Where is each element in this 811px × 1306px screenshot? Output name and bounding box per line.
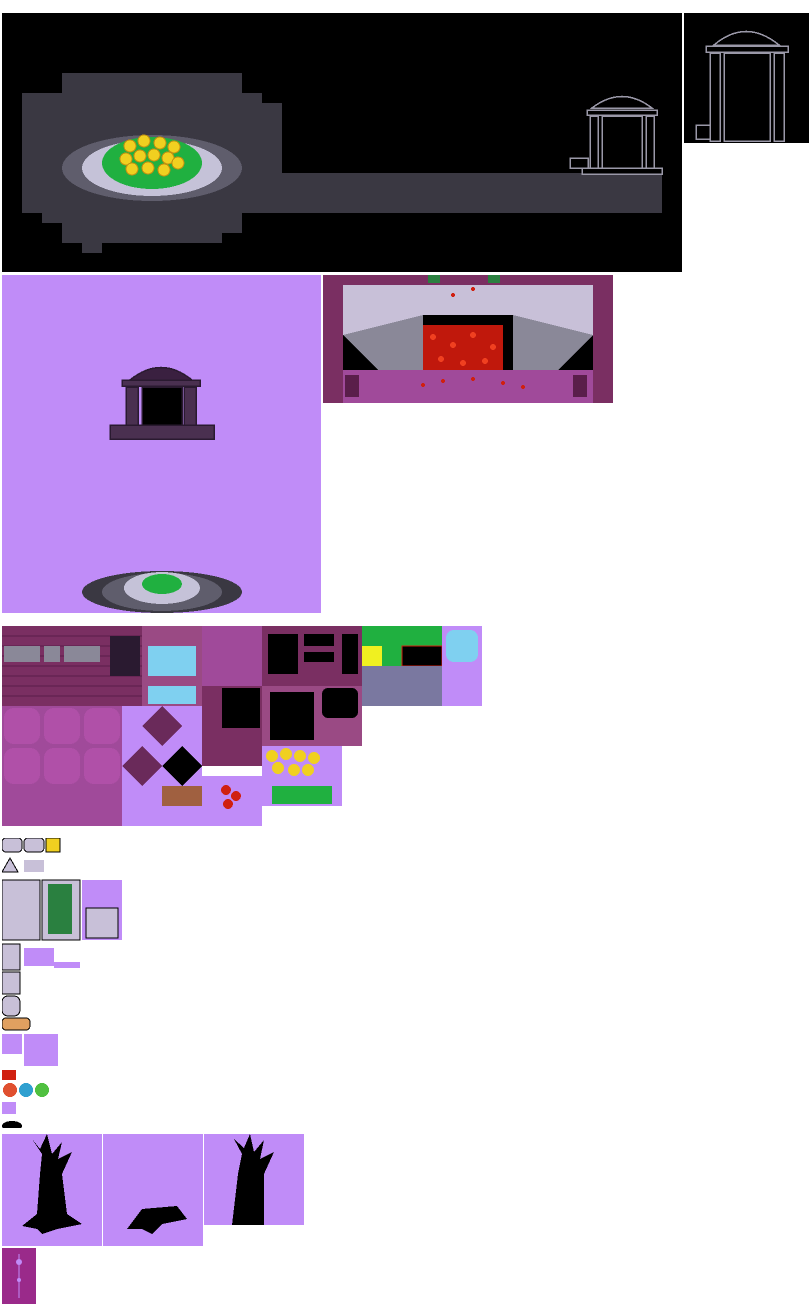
mushrooms [2, 1070, 16, 1080]
grass-tile [362, 626, 442, 646]
purple-floor [343, 370, 593, 403]
ice-tile [446, 630, 478, 662]
spider-web [24, 1034, 58, 1066]
ruins-pillar [2, 879, 41, 941]
red-leaves-map [323, 275, 613, 403]
cave-floor-shape [22, 73, 663, 253]
purple-brick-tile [202, 626, 262, 686]
rock [2, 838, 23, 853]
ruins-doorway [109, 366, 215, 440]
doorway-closeup-map [684, 13, 809, 143]
ivy-tile [272, 786, 332, 804]
ruins-doorway-large [695, 30, 789, 142]
flower-cave-map [2, 13, 682, 272]
broken-pillar [82, 880, 122, 940]
small-pillar [2, 943, 21, 971]
vine-pillar [41, 879, 81, 941]
props [2, 838, 132, 1128]
purple-ruins-map [2, 275, 321, 613]
ruins-door-sprite [2, 1248, 36, 1304]
brick-wall-right [593, 275, 613, 403]
shadow [2, 1121, 22, 1128]
switch [45, 838, 61, 853]
grass-patch [142, 574, 182, 594]
table [2, 1017, 31, 1031]
ruins-doorway [569, 95, 663, 175]
brick-wall-tiles [2, 626, 142, 706]
brick-wall-left [323, 275, 343, 403]
boulder [2, 995, 21, 1017]
trees [2, 1134, 304, 1246]
cobweb [2, 1034, 22, 1054]
spikes [2, 856, 19, 873]
tileset [2, 626, 502, 826]
